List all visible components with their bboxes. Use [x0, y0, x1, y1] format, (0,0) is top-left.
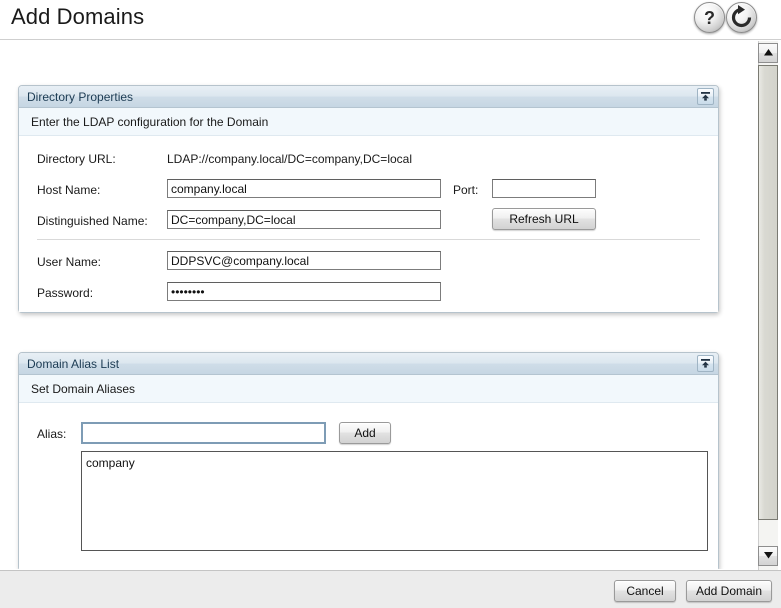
help-icon[interactable]: ? — [694, 2, 725, 33]
directory-properties-panel: Directory Properties Enter the LDAP conf… — [18, 85, 719, 313]
domain-alias-list-subtitle-row: Set Domain Aliases — [19, 375, 718, 403]
triangle-down-icon[interactable] — [758, 546, 778, 566]
host-name-input[interactable] — [167, 179, 441, 198]
field-group-divider — [37, 239, 700, 240]
cancel-button[interactable]: Cancel — [614, 580, 676, 602]
domain-alias-list-body: Alias: Add company — [19, 403, 718, 569]
alias-label: Alias: — [37, 427, 67, 441]
port-label: Port: — [453, 183, 479, 197]
content-viewport: Directory Properties Enter the LDAP conf… — [0, 41, 752, 569]
domain-alias-list-panel: Domain Alias List Set Domain Aliases Ali… — [18, 352, 719, 569]
domain-alias-list-header: Domain Alias List — [19, 353, 718, 375]
directory-properties-subtitle-row: Enter the LDAP configuration for the Dom… — [19, 108, 718, 136]
password-label: Password: — [37, 286, 94, 300]
alias-input[interactable] — [81, 422, 326, 444]
port-input[interactable] — [492, 179, 596, 198]
directory-url-value: LDAP://company.local/DC=company,DC=local — [167, 152, 412, 166]
directory-properties-header: Directory Properties — [19, 86, 718, 108]
user-name-input[interactable] — [167, 251, 441, 270]
triangle-up-icon[interactable] — [758, 43, 778, 63]
page-title: Add Domains — [11, 4, 145, 29]
directory-properties-title: Directory Properties — [27, 90, 134, 104]
scrollbar-thumb[interactable] — [758, 65, 778, 520]
svg-text:?: ? — [704, 8, 715, 28]
refresh-icon[interactable] — [726, 2, 757, 33]
distinguished-name-label: Distinguished Name: — [37, 214, 148, 228]
domain-alias-list-title: Domain Alias List — [27, 357, 120, 371]
add-domain-button[interactable]: Add Domain — [686, 580, 772, 602]
user-name-label: User Name: — [37, 255, 102, 269]
footer-bar: Cancel Add Domain — [0, 570, 781, 608]
domain-alias-list-subtitle: Set Domain Aliases — [31, 382, 136, 396]
page-header: Add Domains ? — [0, 0, 781, 40]
alias-listbox[interactable]: company — [81, 451, 708, 551]
distinguished-name-input[interactable] — [167, 210, 441, 229]
refresh-url-button[interactable]: Refresh URL — [492, 208, 596, 230]
directory-url-label: Directory URL: — [37, 152, 116, 166]
host-name-label: Host Name: — [37, 183, 101, 197]
vertical-scrollbar[interactable] — [755, 41, 781, 570]
directory-properties-body: Directory URL: LDAP://company.local/DC=c… — [19, 136, 718, 312]
collapse-up-icon[interactable] — [697, 355, 714, 372]
collapse-up-icon[interactable] — [697, 88, 714, 105]
directory-properties-subtitle: Enter the LDAP configuration for the Dom… — [31, 115, 269, 129]
list-item[interactable]: company — [82, 452, 707, 470]
add-alias-button[interactable]: Add — [339, 422, 391, 444]
password-input[interactable] — [167, 282, 441, 301]
